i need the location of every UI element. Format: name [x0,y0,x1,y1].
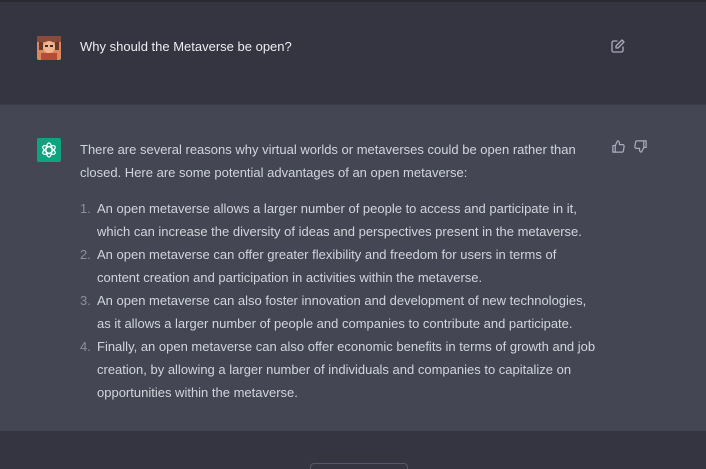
list-item: 2. An open metaverse can offer greater f… [80,243,600,289]
assistant-intro-text: There are several reasons why virtual wo… [80,142,576,180]
assistant-message-row: There are several reasons why virtual wo… [0,104,706,431]
list-number: 3. [80,293,91,308]
list-item: 4. Finally, an open metaverse can also o… [80,335,600,404]
list-item-text: Finally, an open metaverse can also offe… [97,339,596,400]
advantages-list: 1. An open metaverse allows a larger num… [80,197,600,404]
list-number: 4. [80,339,91,354]
list-number: 1. [80,201,91,216]
edit-icon[interactable] [610,38,626,54]
user-avatar [37,36,61,60]
thumbs-down-icon[interactable] [633,139,648,154]
user-message-row: Why should the Metaverse be open? [0,2,706,104]
user-avatar-icon [37,36,61,60]
list-item-text: An open metaverse allows a larger number… [97,201,582,239]
regenerate-response-button[interactable] [310,463,408,469]
list-item: 1. An open metaverse allows a larger num… [80,197,600,243]
list-item: 3. An open metaverse can also foster inn… [80,289,600,335]
list-number: 2. [80,247,91,262]
list-item-text: An open metaverse can offer greater flex… [97,247,557,285]
user-message-text: Why should the Metaverse be open? [80,39,292,54]
openai-logo-icon [37,138,61,162]
list-item-text: An open metaverse can also foster innova… [97,293,587,331]
thumbs-up-icon[interactable] [611,139,626,154]
chat-page: Why should the Metaverse be open? There … [0,0,706,469]
